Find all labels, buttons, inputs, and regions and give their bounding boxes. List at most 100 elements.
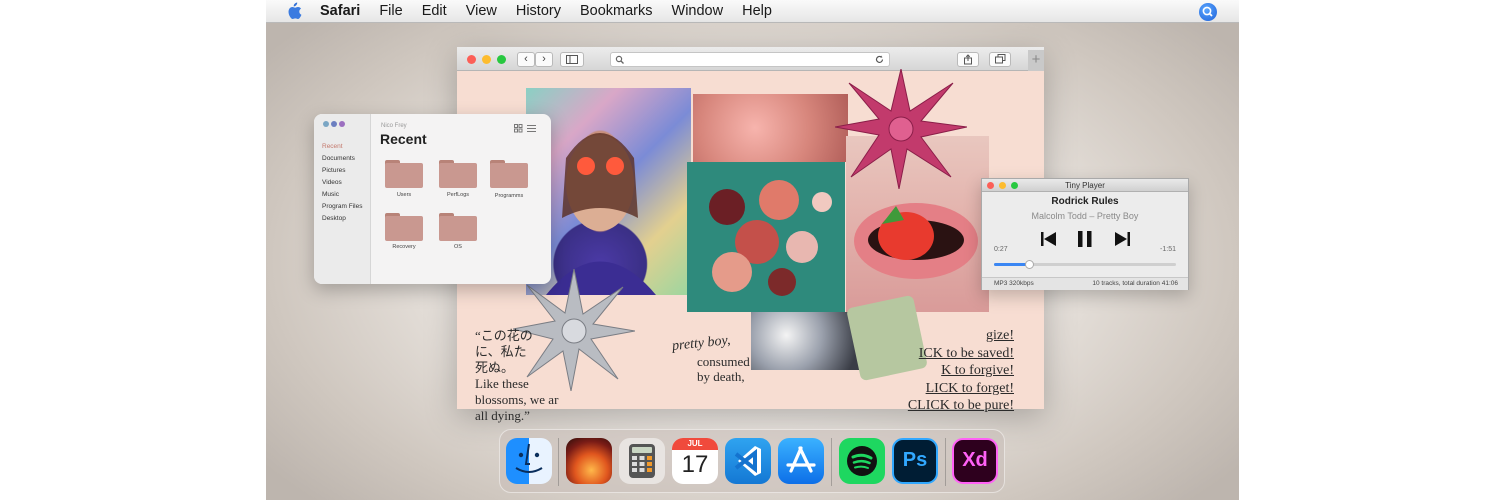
new-tab-icon[interactable]: + [1028, 50, 1044, 71]
desktop: Safari File Edit View History Bookmarks … [266, 0, 1239, 500]
list-view-icon[interactable] [527, 124, 536, 133]
sidebar-item-desktop[interactable]: Desktop [322, 215, 346, 222]
xd-icon[interactable]: Xd [952, 438, 998, 484]
folder-label-recovery: Recovery [392, 244, 416, 250]
quote-en-line-1: Like these [475, 376, 529, 391]
calendar-day: 17 [681, 451, 709, 478]
audio-format: MP3 320kbps [994, 280, 1034, 287]
sidebar-item-music[interactable]: Music [322, 191, 339, 198]
consumed-line-2: by death, [697, 369, 745, 384]
click-link-1[interactable]: gize! [885, 327, 1014, 345]
menu-bookmarks[interactable]: Bookmarks [580, 3, 653, 19]
reload-icon[interactable] [874, 54, 885, 65]
macos-ventura-icon[interactable] [566, 438, 612, 484]
finder-breadcrumb: Nico Frey [381, 123, 407, 129]
calculator-icon[interactable] [619, 438, 665, 484]
xd-label: Xd [962, 449, 988, 471]
folder-label-programms: Programms [494, 193, 524, 199]
dock: JUL 17 Ps Xd [499, 429, 1005, 493]
remaining-time: -1:51 [1160, 246, 1176, 253]
vscode-icon[interactable] [725, 438, 771, 484]
minimize-icon[interactable] [331, 121, 337, 127]
quote-jp-line-3: 死ぬ。 [475, 360, 515, 375]
collage-photo-rose [693, 94, 848, 162]
folder-icon[interactable] [439, 160, 477, 188]
track-artist: Malcolm Todd – Pretty Boy [1031, 211, 1139, 221]
sidebar-item-pictures[interactable]: Pictures [322, 167, 345, 174]
minimize-icon[interactable] [482, 55, 491, 64]
share-icon[interactable] [957, 52, 979, 67]
menu-file[interactable]: File [379, 3, 402, 19]
pretty-boy-text: pretty boy, [671, 332, 732, 355]
track-title: Rodrick Rules [1051, 196, 1119, 207]
zoom-icon[interactable] [497, 55, 506, 64]
folder-label-perflogs: PerfLogs [446, 192, 469, 198]
quote-en-line-2: blossoms, we ar [475, 392, 559, 407]
click-link-3[interactable]: K to forgive! [885, 362, 1014, 380]
sidebar-item-videos[interactable]: Videos [322, 179, 342, 186]
finder-window: Recent Documents Pictures Videos Music P… [314, 114, 551, 284]
sidebar-item-recent[interactable]: Recent [322, 143, 343, 150]
menu-help[interactable]: Help [742, 3, 772, 19]
photoshop-label: Ps [902, 449, 928, 471]
playlist-summary: 10 tracks, total duration 41:06 [1092, 280, 1178, 287]
photoshop-icon[interactable]: Ps [892, 438, 938, 484]
calendar-icon[interactable]: JUL 17 [672, 438, 718, 484]
dock-separator [945, 438, 946, 486]
collage-photo-flowers [687, 162, 845, 312]
menu-window[interactable]: Window [672, 3, 724, 19]
close-icon[interactable] [467, 55, 476, 64]
folder-icon[interactable] [439, 213, 477, 241]
zoom-icon[interactable] [1011, 182, 1018, 189]
safari-toolbar: ‹ › + [457, 47, 1044, 71]
finder-sidebar: Recent Documents Pictures Videos Music P… [314, 114, 371, 284]
grid-view-icon[interactable] [514, 124, 523, 133]
elapsed-time: 0:27 [994, 246, 1008, 253]
close-icon[interactable] [987, 182, 994, 189]
sidebar-icon[interactable] [560, 52, 584, 67]
consumed-line-1: consumed [697, 354, 750, 369]
previous-track-icon[interactable] [1040, 231, 1058, 247]
menu-history[interactable]: History [516, 3, 561, 19]
folder-label-os: OS [454, 244, 462, 250]
spotify-icon[interactable] [839, 438, 885, 484]
address-bar[interactable] [610, 52, 890, 67]
click-link-4[interactable]: LICK to forget! [885, 380, 1014, 398]
menu-edit[interactable]: Edit [422, 3, 447, 19]
quote-en-line-3: all dying.” [475, 408, 530, 423]
menu-view[interactable]: View [466, 3, 497, 19]
dock-separator [558, 438, 559, 486]
menu-app-name[interactable]: Safari [320, 3, 360, 19]
minimize-icon[interactable] [999, 182, 1006, 189]
folder-icon[interactable] [385, 160, 423, 188]
tabs-icon[interactable] [989, 52, 1011, 67]
calendar-month: JUL [687, 439, 703, 448]
pink-bow-sticker [835, 69, 967, 189]
click-link-5[interactable]: CLICK to be pure! [885, 397, 1014, 415]
spotlight-search-icon[interactable] [1199, 3, 1217, 21]
menu-bar: Safari File Edit View History Bookmarks … [266, 0, 1239, 23]
close-icon[interactable] [323, 121, 329, 127]
sidebar-item-program-files[interactable]: Program Files [322, 203, 362, 210]
next-track-icon[interactable] [1113, 231, 1131, 247]
forward-icon[interactable]: › [535, 52, 553, 67]
dock-separator [831, 438, 832, 486]
tiny-player-window: Tiny Player Rodrick Rules Malcolm Todd –… [981, 178, 1189, 290]
folder-label-users: Users [396, 192, 412, 198]
progress-fill [994, 263, 1029, 266]
back-icon[interactable]: ‹ [517, 52, 535, 67]
progress-knob[interactable] [1024, 260, 1034, 269]
progress-track[interactable] [994, 260, 1176, 269]
folder-icon[interactable] [490, 160, 528, 188]
finder-title: Recent [380, 131, 427, 147]
folder-icon[interactable] [385, 213, 423, 241]
click-link-2[interactable]: ICK to be saved! [885, 345, 1014, 363]
quote-jp-line-1: “この花の [475, 328, 533, 343]
search-icon [615, 55, 624, 64]
sidebar-item-documents[interactable]: Documents [322, 155, 355, 162]
apple-logo-icon[interactable] [286, 2, 302, 20]
zoom-icon[interactable] [339, 121, 345, 127]
pause-icon[interactable] [1076, 230, 1094, 248]
app-store-icon[interactable] [778, 438, 824, 484]
finder-icon[interactable] [506, 438, 552, 484]
